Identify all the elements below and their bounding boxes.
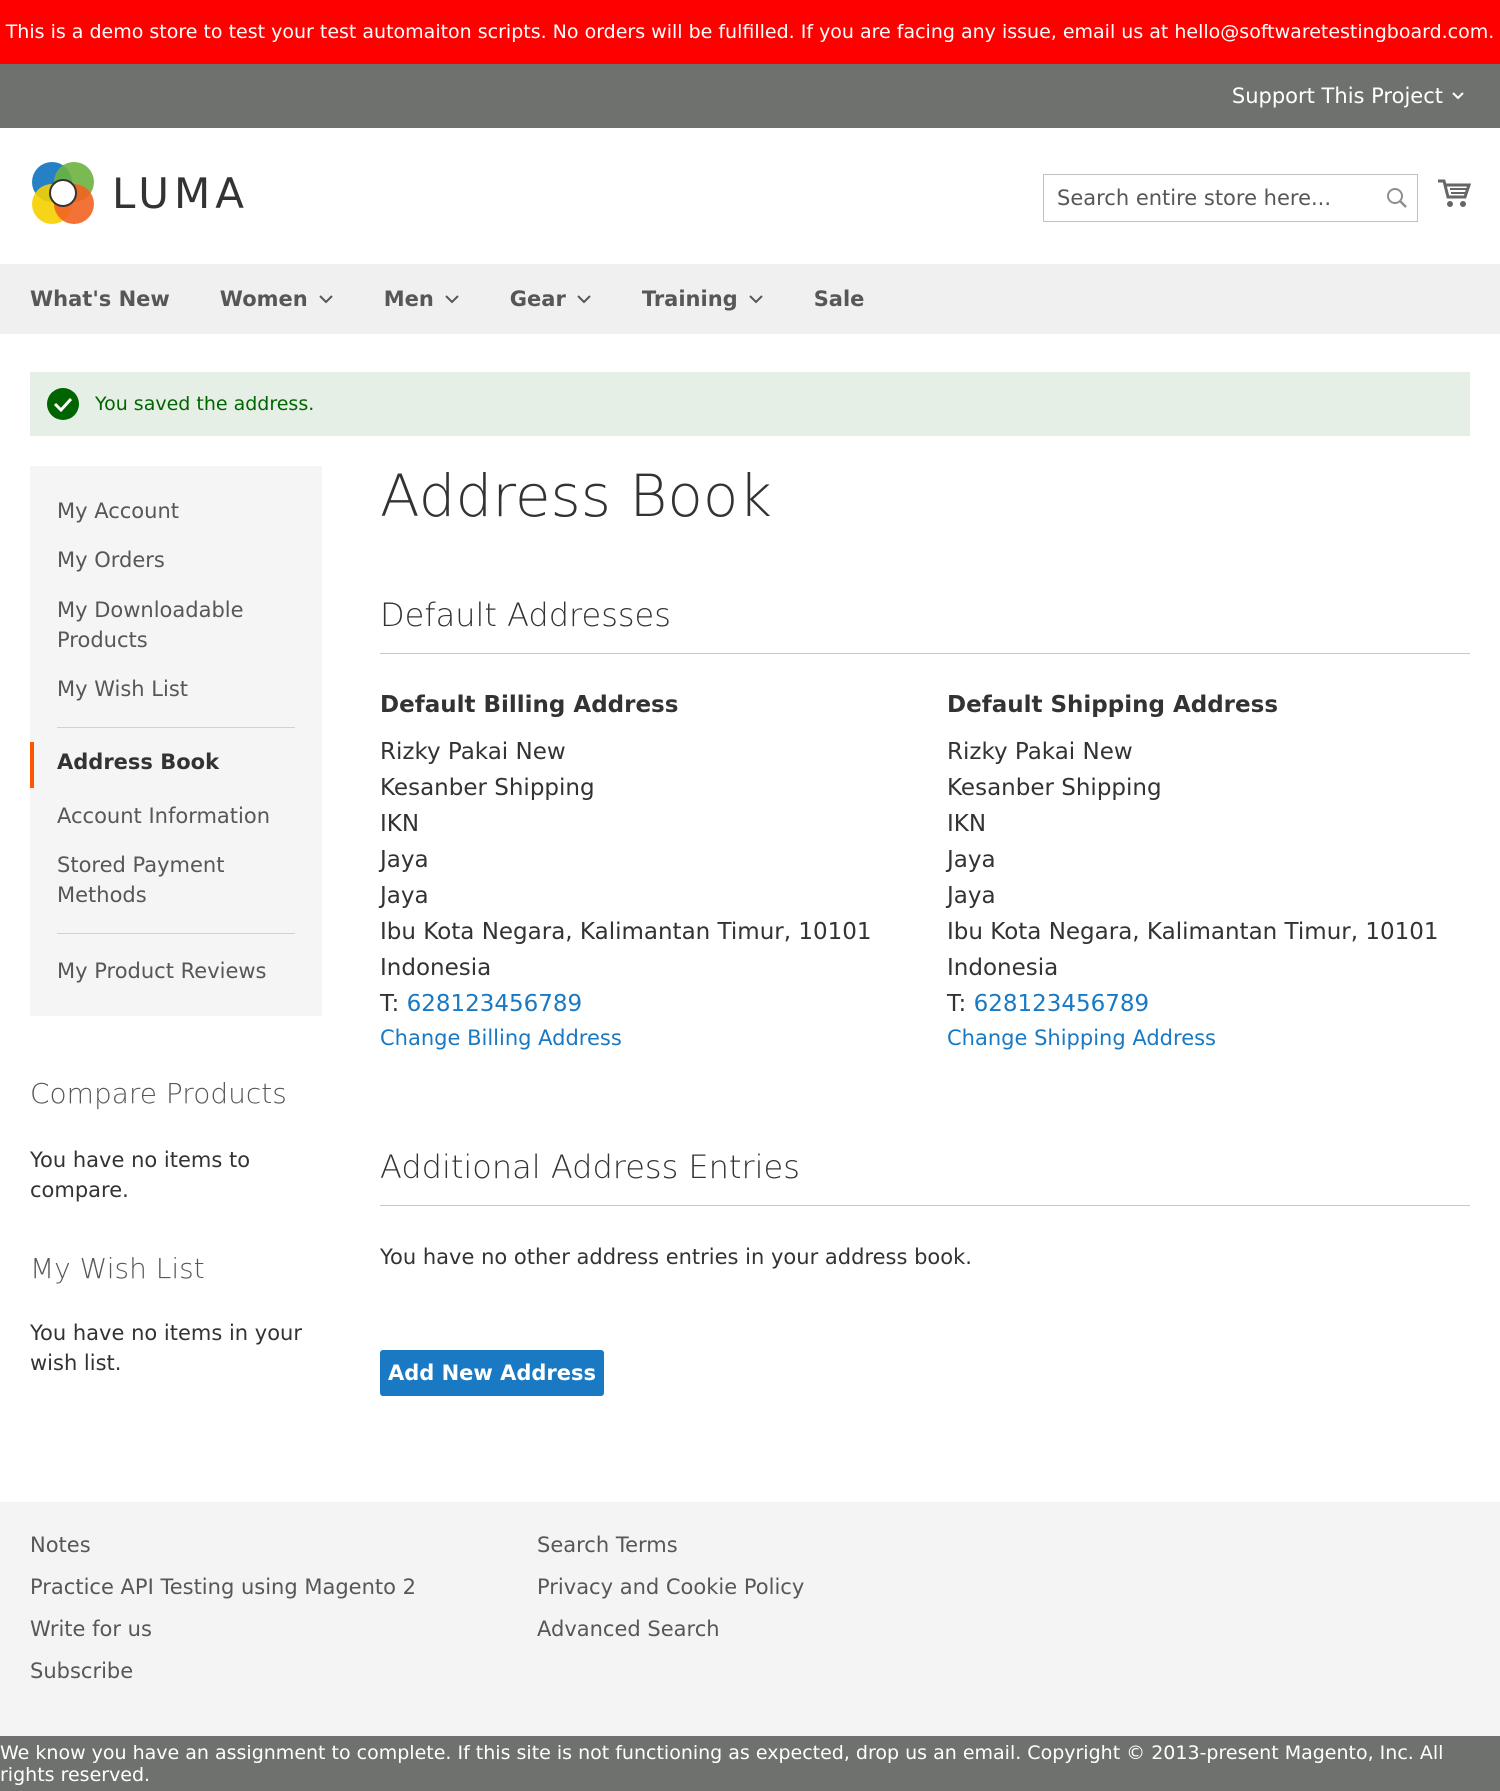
sidebar-divider: [57, 933, 295, 934]
luma-logo-icon: [32, 162, 94, 224]
nav-item-label: Training: [641, 287, 738, 311]
success-message: You saved the address.: [30, 372, 1470, 436]
shipping-phone-link[interactable]: 628123456789: [974, 991, 1150, 1017]
nav-item-men[interactable]: Men: [384, 287, 460, 311]
logo-text: LUMA: [112, 168, 250, 218]
search-icon[interactable]: [1377, 178, 1417, 218]
nav-item-whats-new[interactable]: What's New: [30, 287, 170, 311]
sidebar-item-downloadable-products[interactable]: My Downloadable Products: [57, 595, 287, 655]
shipping-phone-label: T:: [947, 991, 974, 1017]
success-message-text: You saved the address.: [95, 393, 315, 415]
sidebar-item-my-orders[interactable]: My Orders: [57, 545, 165, 575]
change-billing-address-link[interactable]: Change Billing Address: [380, 1026, 900, 1050]
no-entries-text: You have no other address entries in you…: [380, 1245, 972, 1269]
footer-link-search-terms[interactable]: Search Terms: [537, 1533, 678, 1557]
billing-address-line: Ibu Kota Negara, Kalimantan Timur, 10101: [380, 919, 872, 945]
section-divider: [380, 1205, 1470, 1206]
billing-address-line: Rizky Pakai New: [380, 739, 566, 765]
sidebar-item-my-account[interactable]: My Account: [57, 496, 179, 526]
sidebar-item-product-reviews[interactable]: My Product Reviews: [57, 956, 267, 986]
billing-address-line: Kesanber Shipping: [380, 775, 595, 801]
chevron-down-icon: [445, 295, 459, 304]
nav-item-label: Women: [219, 287, 308, 311]
footer-link-advanced-search[interactable]: Advanced Search: [537, 1617, 720, 1641]
support-project-toggle[interactable]: Support This Project: [1232, 64, 1465, 128]
change-shipping-address-link[interactable]: Change Shipping Address: [947, 1026, 1467, 1050]
compare-products-empty: You have no items to compare.: [30, 1148, 251, 1202]
page-title: Address Book: [380, 462, 772, 530]
default-addresses-title: Default Addresses: [380, 596, 671, 634]
shipping-address-heading: Default Shipping Address: [947, 692, 1279, 718]
nav-item-women[interactable]: Women: [220, 287, 334, 311]
chevron-down-icon: [1452, 92, 1464, 100]
billing-address-line: Indonesia: [380, 955, 492, 981]
sidebar-item-my-wish-list[interactable]: My Wish List: [57, 674, 188, 704]
billing-address-line: Jaya: [380, 883, 429, 909]
sidebar-divider: [57, 727, 295, 728]
wish-list-empty: You have no items in your wish list.: [30, 1321, 303, 1375]
sidebar-item-address-book: Address Book: [30, 742, 322, 788]
footer-link-write-for-us[interactable]: Write for us: [30, 1617, 152, 1641]
billing-address-box: Default Billing Address Rizky Pakai New …: [380, 692, 900, 1050]
add-new-address-button[interactable]: Add New Address: [380, 1350, 604, 1396]
shipping-address-line: Jaya: [947, 847, 996, 873]
shipping-address-line: Indonesia: [947, 955, 1059, 981]
chevron-down-icon: [318, 295, 333, 304]
search-input[interactable]: [1057, 186, 1377, 210]
additional-addresses-title: Additional Address Entries: [380, 1148, 800, 1186]
billing-phone: T: 628123456789: [380, 986, 900, 1022]
demo-banner: This is a demo store to test your test a…: [0, 0, 1500, 64]
sidebar-item-label: Address Book: [57, 750, 220, 774]
shipping-address-box: Default Shipping Address Rizky Pakai New…: [947, 692, 1467, 1050]
footer-link-practice-api[interactable]: Practice API Testing using Magento 2: [30, 1575, 416, 1599]
nav-item-sale[interactable]: Sale: [814, 287, 865, 311]
shipping-address-line: Ibu Kota Negara, Kalimantan Timur, 10101: [947, 919, 1439, 945]
logo-link[interactable]: LUMA: [30, 160, 249, 226]
copyright: We know you have an assignment to comple…: [0, 1736, 1500, 1791]
nav-item-label: Gear: [509, 287, 566, 311]
nav-item-training[interactable]: Training: [642, 287, 764, 311]
main-nav: What's New Women Men Gear Training Sale: [0, 264, 1500, 334]
nav-item-gear[interactable]: Gear: [510, 287, 592, 311]
footer-link-subscribe[interactable]: Subscribe: [30, 1659, 133, 1683]
header: LUMA: [0, 128, 1500, 264]
sidebar-item-stored-payment-methods[interactable]: Stored Payment Methods: [57, 850, 257, 910]
footer: Notes Practice API Testing using Magento…: [0, 1502, 1500, 1736]
search-box: [1043, 174, 1418, 222]
billing-phone-label: T:: [380, 991, 407, 1017]
chevron-down-icon: [748, 295, 763, 304]
check-circle-icon: [47, 388, 79, 420]
shipping-address-line: Kesanber Shipping: [947, 775, 1162, 801]
nav-item-label: Men: [383, 287, 434, 311]
top-bar: Support This Project: [0, 64, 1500, 128]
cart-icon[interactable]: [1437, 177, 1471, 209]
billing-address-line: Jaya: [380, 847, 429, 873]
shipping-address-line: Rizky Pakai New: [947, 739, 1133, 765]
nav-item-label: What's New: [30, 287, 170, 311]
nav-item-label: Sale: [813, 287, 865, 311]
sidebar-item-account-information[interactable]: Account Information: [57, 801, 270, 831]
billing-phone-link[interactable]: 628123456789: [407, 991, 583, 1017]
wish-list-title: My Wish List: [30, 1252, 205, 1285]
footer-link-notes[interactable]: Notes: [30, 1533, 91, 1557]
billing-address-heading: Default Billing Address: [380, 692, 679, 718]
chevron-down-icon: [577, 295, 591, 304]
shipping-address-line: IKN: [947, 811, 987, 837]
billing-address-line: IKN: [380, 811, 420, 837]
support-project-label: Support This Project: [1231, 84, 1443, 108]
section-divider: [380, 653, 1470, 654]
compare-products-title: Compare Products: [30, 1077, 287, 1110]
account-sidebar: My Account My Orders My Downloadable Pro…: [30, 466, 322, 1016]
footer-link-privacy-policy[interactable]: Privacy and Cookie Policy: [537, 1575, 804, 1599]
shipping-address-line: Jaya: [947, 883, 996, 909]
shipping-phone: T: 628123456789: [947, 986, 1467, 1022]
